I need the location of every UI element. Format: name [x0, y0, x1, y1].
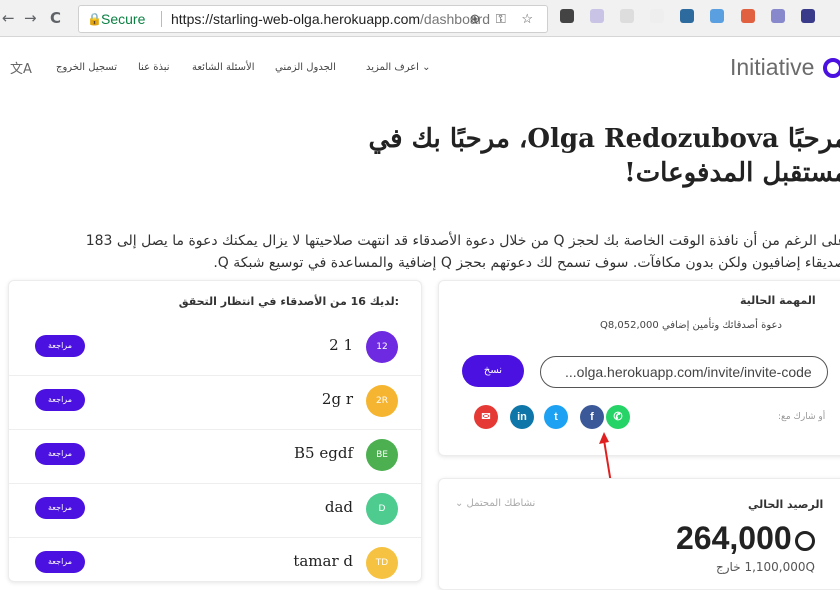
review-button[interactable]: مراجعة [35, 335, 85, 357]
friend-name: dad [324, 498, 353, 516]
linkedin-icon[interactable]: in [510, 405, 534, 429]
review-button[interactable]: مراجعة [35, 551, 85, 573]
extension-icon[interactable] [650, 9, 665, 23]
forward-icon[interactable]: → [24, 9, 37, 27]
logo-q-icon [823, 58, 840, 78]
list-item: مراجعة 2g r 2R [9, 375, 421, 430]
page-description: على الرغم من أن نافذة الوقت الخاصة بك لح… [85, 233, 840, 271]
whatsapp-icon[interactable]: ✆ [606, 405, 630, 429]
review-button[interactable]: مراجعة [35, 497, 85, 519]
balance-title: الرصيد الحالي [748, 498, 824, 511]
secure-label: Secure [101, 11, 146, 27]
friend-name: tamar d [293, 552, 353, 570]
extension-icon[interactable] [770, 9, 785, 23]
invite-link-field[interactable]: ...olga.herokuapp.com/invite/invite-code [540, 356, 828, 388]
facebook-icon[interactable]: f [580, 405, 604, 429]
mission-text: دعوة أصدقائك وتأمين إضافي Q8,052,000 [600, 320, 782, 331]
omnibox-icons[interactable]: ⊕ ⚿ ☆ [469, 6, 539, 32]
extension-icon[interactable] [560, 9, 574, 23]
avatar: D [366, 493, 398, 525]
friend-name: 2 1 [329, 336, 353, 354]
list-item: مراجعة B5 egdf BE [9, 429, 421, 484]
q-currency-icon [794, 530, 815, 551]
reload-icon[interactable]: C [50, 9, 61, 27]
extension-icon[interactable] [590, 9, 605, 23]
copy-button[interactable]: نسخ [462, 355, 524, 387]
avatar: BE [366, 439, 398, 471]
pending-friends-card: لديك 16 من الأصدقاء في انتظار التحقق: مر… [8, 280, 422, 582]
list-item: مراجعة tamar d TD [9, 537, 421, 581]
extension-icon[interactable] [680, 9, 695, 23]
logo-text[interactable]: Initiative [730, 54, 814, 81]
back-icon[interactable]: ← [2, 9, 15, 27]
site-header: Initiative تسجيل الخروج نبذة عنا الأسئلة… [0, 36, 840, 98]
twitter-icon[interactable]: t [544, 405, 568, 429]
mission-title: المهمة الحالية [740, 294, 816, 307]
email-icon[interactable]: ✉ [474, 405, 498, 429]
divider [161, 11, 162, 27]
lock-icon: 🔒 [87, 12, 102, 26]
balance-sub: 1,100,000Q خارج [716, 560, 815, 574]
extension-icon[interactable] [710, 9, 725, 23]
extension-icons [560, 9, 826, 28]
translate-icon[interactable]: 文A [10, 58, 32, 77]
balance-amount: 264,000 [676, 520, 815, 557]
extension-icon[interactable] [740, 9, 755, 23]
pending-title: لديك 16 من الأصدقاء في انتظار التحقق: [178, 295, 399, 308]
review-button[interactable]: مراجعة [35, 443, 85, 465]
address-bar[interactable]: 🔒 Secure https://starling-web-olga.herok… [78, 5, 548, 33]
share-label: أو شارك مع: [778, 412, 826, 422]
nav-logout[interactable]: تسجيل الخروج [56, 62, 117, 73]
nav-faq[interactable]: الأسئلة الشائعة [192, 62, 255, 73]
extension-icon[interactable] [800, 9, 815, 23]
page-title: مرحبًا Olga Redozubova، مرحبًا بك في مست… [368, 124, 840, 188]
nav-learn-more[interactable]: اعرف المزيد ⌄ [366, 62, 431, 73]
url-text[interactable]: https://starling-web-olga.herokuapp.com/… [171, 6, 490, 32]
friend-name: 2g r [321, 390, 353, 408]
avatar: 12 [366, 331, 398, 363]
browser-toolbar: ← → C 🔒 Secure https://starling-web-olga… [0, 0, 840, 37]
review-button[interactable]: مراجعة [35, 389, 85, 411]
friend-name: B5 egdf [294, 444, 353, 462]
nav-timeline[interactable]: الجدول الزمني [275, 62, 336, 73]
avatar: TD [366, 547, 398, 579]
nav-about[interactable]: نبذة عنا [138, 62, 170, 73]
list-item: مراجعة 2 1 12 [9, 321, 421, 376]
avatar: 2R [366, 385, 398, 417]
potential-dropdown[interactable]: نشاطك المحتمل ⌄ [455, 498, 535, 509]
extension-icon[interactable] [620, 9, 635, 23]
list-item: مراجعة dad D [9, 483, 421, 538]
